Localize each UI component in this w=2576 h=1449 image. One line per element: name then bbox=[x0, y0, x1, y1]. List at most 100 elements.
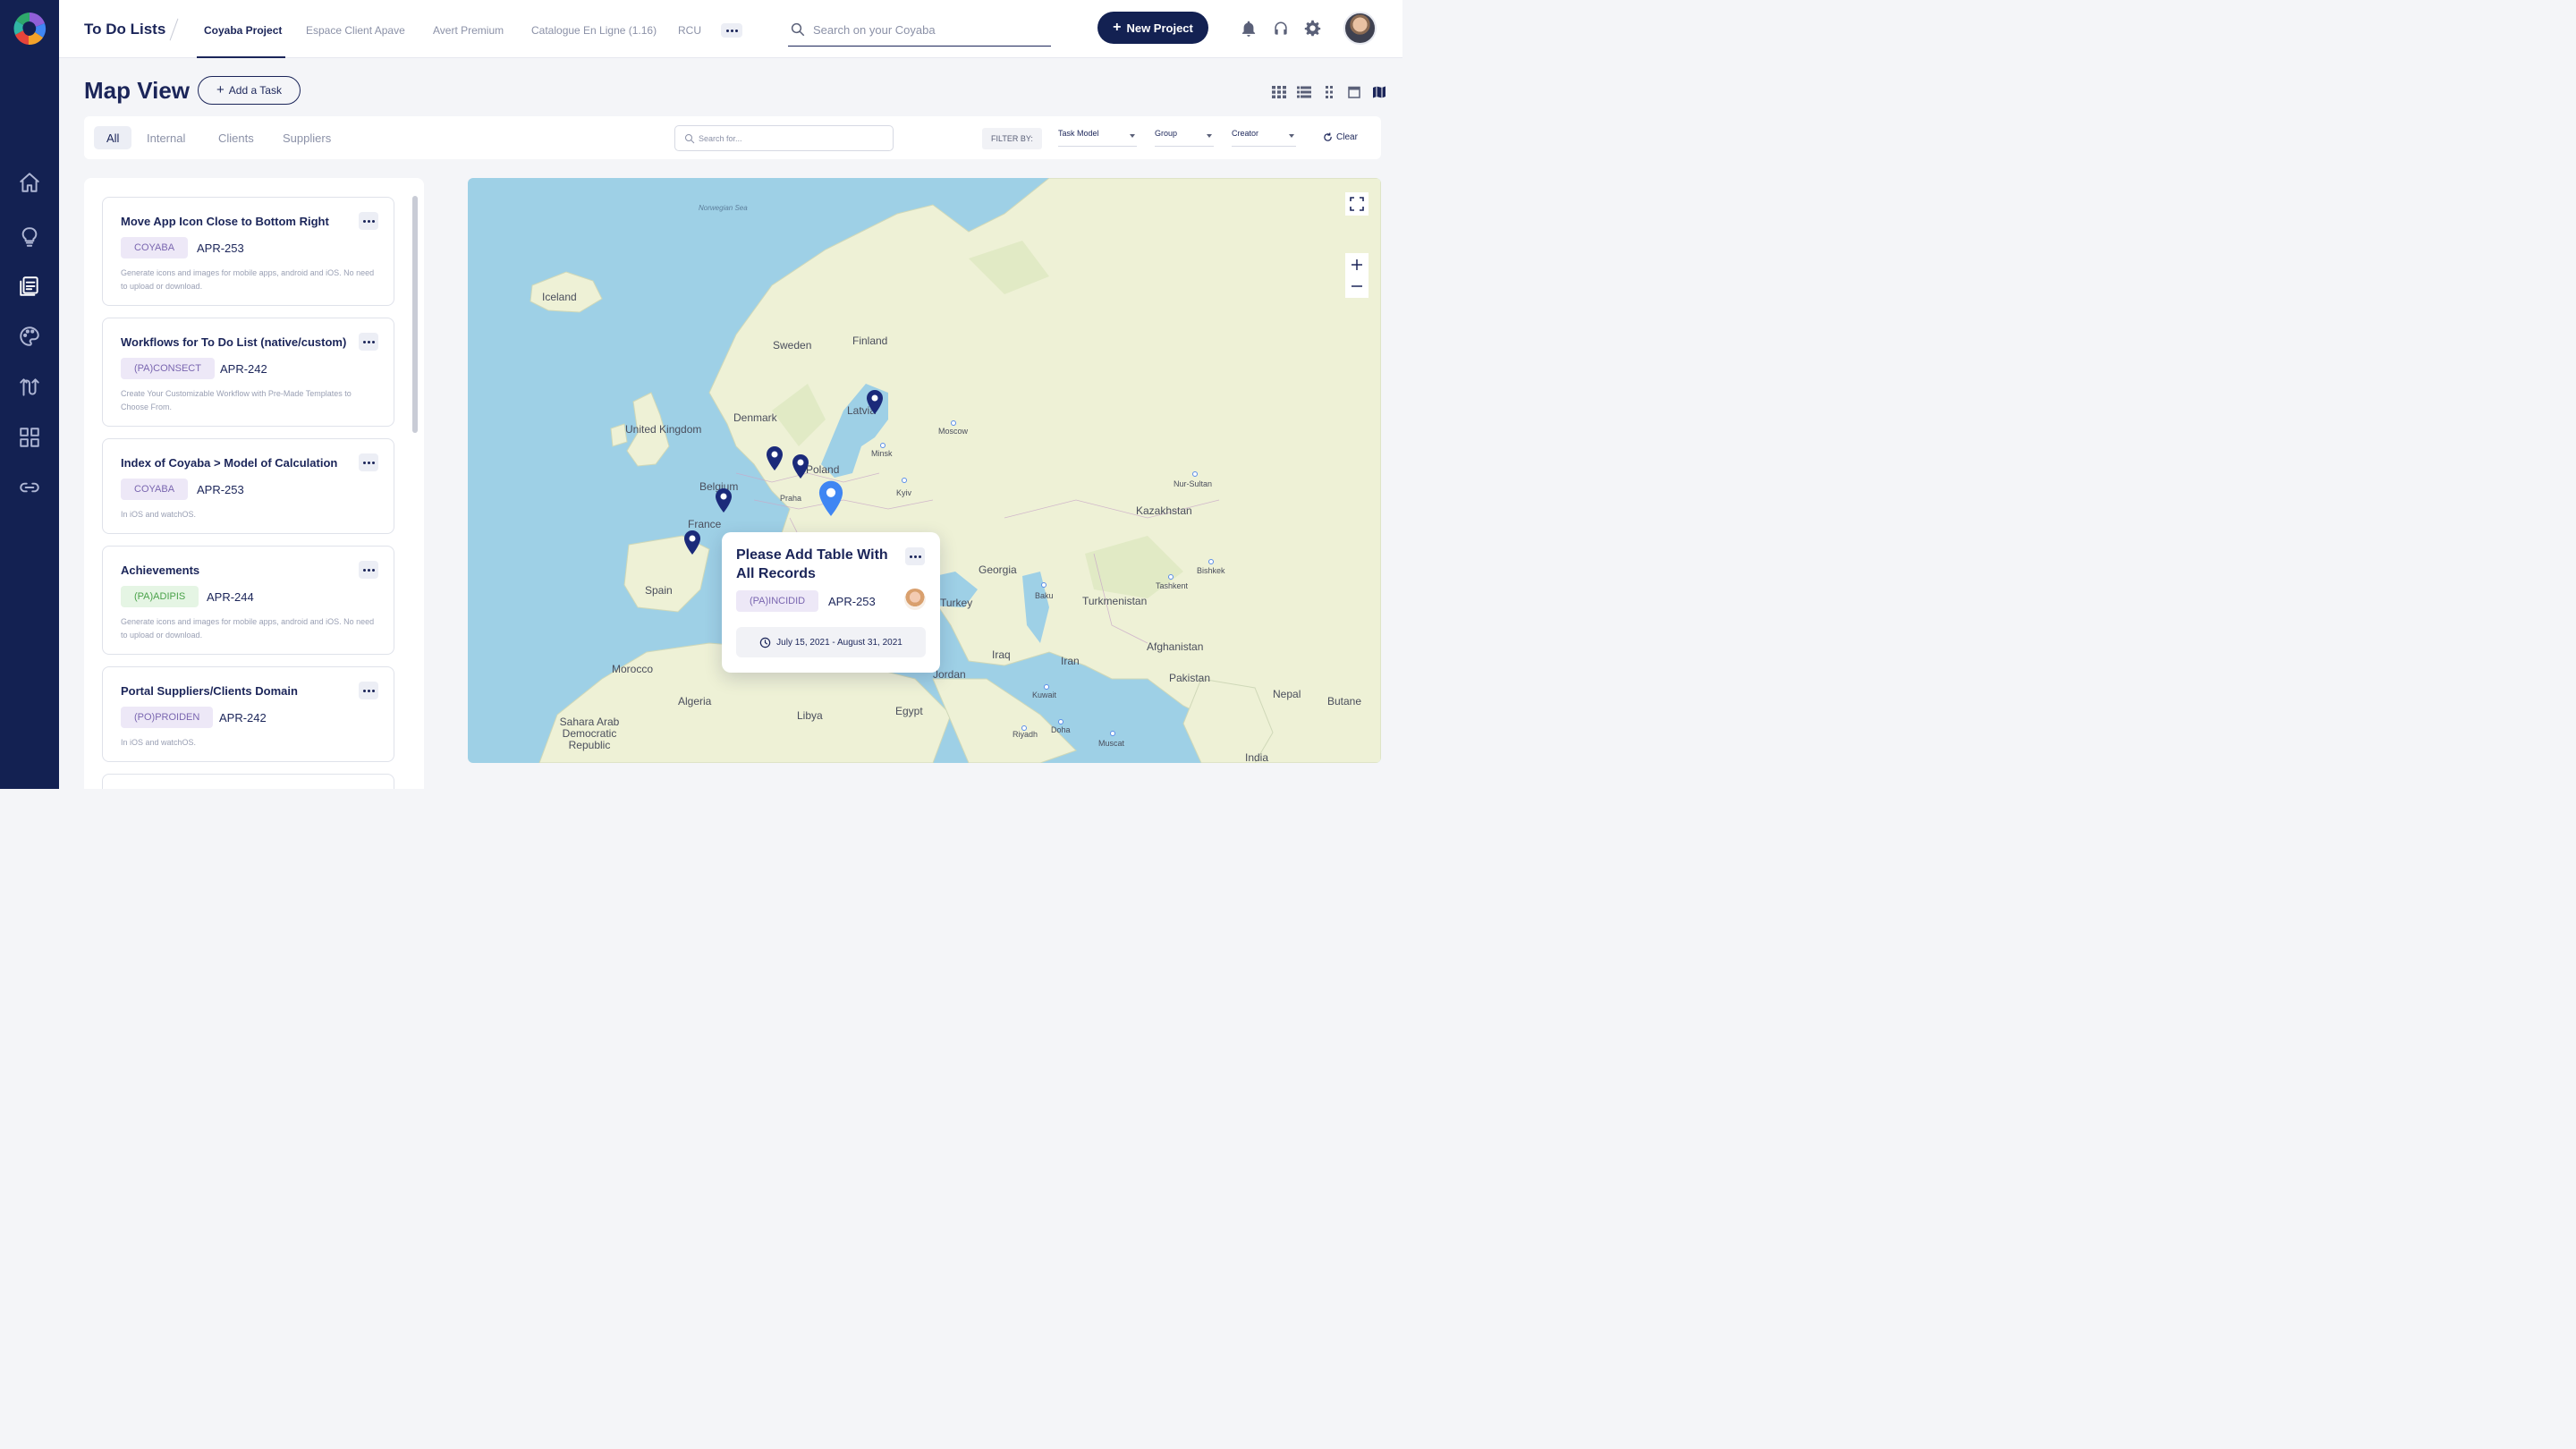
task-tag: COYABA bbox=[121, 237, 189, 258]
task-pin[interactable] bbox=[865, 389, 885, 416]
map-label-city: Riyadh bbox=[1013, 730, 1038, 739]
task-more-button[interactable] bbox=[359, 212, 378, 230]
map-label-country: Libya bbox=[797, 709, 823, 722]
popup-title: Please Add Table With All Records bbox=[736, 547, 888, 581]
task-code: APR-242 bbox=[220, 362, 267, 376]
city-marker bbox=[1192, 471, 1198, 477]
global-search-input[interactable] bbox=[813, 20, 1046, 39]
task-tag: (PO)PROIDEN bbox=[121, 707, 214, 728]
task-search[interactable] bbox=[674, 125, 894, 151]
tab-rcu[interactable]: RCU bbox=[678, 24, 701, 37]
task-card[interactable]: Portal Suppliers/Clients Domain (PO)PROI… bbox=[102, 666, 394, 762]
grid-icon[interactable] bbox=[17, 425, 42, 450]
task-description: Generate icons and images for mobile app… bbox=[121, 268, 375, 291]
filter-chip-suppliers[interactable]: Suppliers bbox=[283, 126, 331, 149]
user-avatar[interactable] bbox=[1343, 12, 1377, 45]
list-icon[interactable] bbox=[17, 274, 42, 299]
map-label-city: Tashkent bbox=[1156, 581, 1189, 590]
task-more-button[interactable] bbox=[359, 333, 378, 351]
list-view-icon[interactable] bbox=[1297, 86, 1311, 98]
task-title: Achievements bbox=[121, 564, 200, 577]
tab-avert-premium[interactable]: Avert Premium bbox=[433, 24, 504, 37]
app-root: To Do Lists Coyaba Project Espace Client… bbox=[0, 0, 1402, 789]
city-marker bbox=[1058, 719, 1063, 724]
map-label-country: Morocco bbox=[612, 663, 654, 675]
route-icon[interactable] bbox=[17, 375, 42, 400]
clear-filters-button[interactable]: Clear bbox=[1323, 132, 1358, 142]
bell-icon[interactable] bbox=[1240, 20, 1258, 38]
city-marker bbox=[1110, 731, 1115, 736]
kanban-view-icon[interactable] bbox=[1322, 86, 1336, 98]
fullscreen-icon[interactable] bbox=[1345, 192, 1368, 216]
map-label-country: Sahara Arab Democratic Republic bbox=[559, 716, 620, 751]
view-mode-switcher bbox=[1272, 86, 1386, 98]
plus-icon: + bbox=[1113, 20, 1122, 35]
task-model-dropdown[interactable]: Task Model bbox=[1058, 129, 1137, 147]
link-icon[interactable] bbox=[17, 475, 42, 500]
task-card[interactable]: Index of Coyaba > Model of Calculation C… bbox=[102, 438, 394, 534]
zoom-in-icon[interactable] bbox=[1345, 253, 1368, 276]
city-marker bbox=[1044, 684, 1049, 690]
palette-icon[interactable] bbox=[17, 324, 42, 349]
map-canvas[interactable]: Norwegian Sea Iceland Sweden Finland Lat… bbox=[468, 178, 1381, 763]
task-card[interactable] bbox=[102, 774, 394, 789]
selected-task-pin[interactable] bbox=[817, 479, 845, 519]
active-tab-indicator bbox=[197, 56, 285, 58]
map-label-country: Turkmenistan bbox=[1082, 595, 1148, 607]
map-label-country: India bbox=[1245, 751, 1269, 763]
tab-espace-client-apave[interactable]: Espace Client Apave bbox=[306, 24, 405, 37]
task-description: Create Your Customizable Workflow with P… bbox=[121, 389, 352, 411]
plus-icon: + bbox=[216, 82, 225, 97]
more-tabs-button[interactable] bbox=[721, 23, 742, 38]
task-pin[interactable] bbox=[765, 445, 784, 472]
tab-coyaba-project[interactable]: Coyaba Project bbox=[204, 24, 282, 37]
group-dropdown[interactable]: Group bbox=[1155, 129, 1214, 147]
calendar-view-icon[interactable] bbox=[1347, 86, 1361, 98]
task-card[interactable]: Achievements (PA)ADIPIS APR-244 Generate… bbox=[102, 546, 394, 655]
task-pin[interactable] bbox=[791, 453, 810, 480]
gear-icon[interactable] bbox=[1304, 20, 1322, 38]
task-card[interactable]: Workflows for To Do List (native/custom)… bbox=[102, 318, 394, 427]
home-icon[interactable] bbox=[17, 170, 42, 195]
creator-label: Creator bbox=[1232, 129, 1259, 138]
lightbulb-icon[interactable] bbox=[17, 225, 42, 250]
task-pin[interactable] bbox=[714, 487, 733, 514]
task-pin[interactable] bbox=[682, 530, 702, 556]
popup-more-button[interactable] bbox=[905, 547, 925, 565]
task-code: APR-244 bbox=[207, 590, 254, 604]
clear-label: Clear bbox=[1336, 132, 1358, 142]
top-bar: To Do Lists Coyaba Project Espace Client… bbox=[59, 0, 1402, 58]
map-label-city: Praha bbox=[780, 494, 802, 503]
task-tag: (PA)CONSECT bbox=[121, 358, 215, 379]
filter-bar: All Internal Clients Suppliers FILTER BY… bbox=[84, 116, 1381, 159]
creator-dropdown[interactable]: Creator bbox=[1232, 129, 1296, 147]
task-more-button[interactable] bbox=[359, 682, 378, 699]
task-more-button[interactable] bbox=[359, 561, 378, 579]
task-more-button[interactable] bbox=[359, 453, 378, 471]
coyaba-logo[interactable] bbox=[13, 11, 47, 47]
map-label-country: France bbox=[688, 518, 722, 530]
headset-icon[interactable] bbox=[1272, 20, 1290, 38]
map-label-country: Iran bbox=[1061, 655, 1080, 667]
tab-catalogue-en-ligne[interactable]: Catalogue En Ligne (1.16) bbox=[531, 24, 657, 37]
task-popup[interactable]: Please Add Table With All Records (PA)IN… bbox=[722, 532, 940, 673]
global-search[interactable] bbox=[788, 14, 1051, 47]
app-title: To Do Lists bbox=[84, 21, 166, 38]
list-scrollbar-thumb[interactable] bbox=[412, 196, 418, 433]
filter-chip-clients[interactable]: Clients bbox=[218, 126, 254, 149]
zoom-out-icon[interactable] bbox=[1345, 275, 1368, 298]
grid-view-icon[interactable] bbox=[1272, 86, 1286, 98]
assignee-avatar[interactable] bbox=[904, 589, 926, 610]
filter-chip-internal[interactable]: Internal bbox=[147, 126, 185, 149]
new-project-button[interactable]: + New Project bbox=[1097, 12, 1208, 44]
filter-chip-all[interactable]: All bbox=[94, 126, 132, 149]
task-card[interactable]: Move App Icon Close to Bottom Right COYA… bbox=[102, 197, 394, 306]
map-view-icon[interactable] bbox=[1372, 86, 1386, 98]
map-label-city: Muscat bbox=[1098, 739, 1125, 748]
breadcrumb-divider bbox=[169, 18, 179, 41]
popup-date-text: July 15, 2021 - August 31, 2021 bbox=[776, 637, 902, 648]
list-scrollbar[interactable] bbox=[412, 196, 418, 789]
task-search-input[interactable] bbox=[699, 131, 886, 147]
map-label-city: Doha bbox=[1051, 725, 1071, 734]
add-task-button[interactable]: + Add a Task bbox=[198, 76, 301, 105]
